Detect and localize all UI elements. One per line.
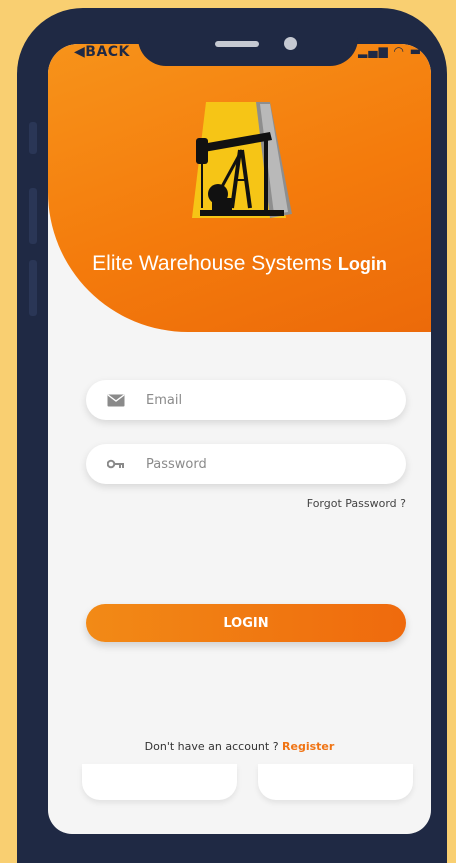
signal-wifi-battery-icon: ▂▄▆ ◠ ▬ <box>358 44 423 58</box>
email-field[interactable] <box>86 380 406 420</box>
side-button <box>29 122 37 154</box>
brand-login-label: Login <box>337 254 387 274</box>
key-icon <box>106 459 126 469</box>
register-prompt: Don't have an account ? Register <box>48 740 431 753</box>
password-field[interactable] <box>86 444 406 484</box>
app-screen: Elite Warehouse SystemsLogin Forgot Pass… <box>48 44 431 834</box>
side-button <box>29 188 37 244</box>
status-icons: ▂▄▆ ◠ ▬ <box>358 44 422 58</box>
password-input[interactable] <box>146 456 386 472</box>
no-account-text: Don't have an account ? <box>144 740 279 753</box>
brand-name: Elite Warehouse Systems <box>92 252 332 275</box>
brand-title: Elite Warehouse Systems Login <box>48 252 431 276</box>
register-link[interactable]: Register <box>282 740 334 753</box>
camera-icon <box>284 37 297 50</box>
email-input[interactable] <box>146 392 386 408</box>
speaker-grille <box>215 41 259 47</box>
header-banner: Elite Warehouse Systems Login <box>48 44 431 332</box>
forgot-password-link[interactable]: Forgot Password ? <box>307 497 406 510</box>
login-button[interactable]: LOGIN <box>86 604 406 642</box>
side-button <box>29 260 37 316</box>
social-login-button[interactable] <box>82 764 237 800</box>
social-login-button[interactable] <box>258 764 413 800</box>
back-arrow-icon: ◀ <box>74 44 86 60</box>
mail-icon <box>106 393 126 407</box>
phone-notch <box>138 8 358 66</box>
back-label: BACK <box>85 44 130 60</box>
back-button[interactable]: ◀BACK <box>74 44 130 60</box>
oil-pump-logo <box>188 98 296 226</box>
